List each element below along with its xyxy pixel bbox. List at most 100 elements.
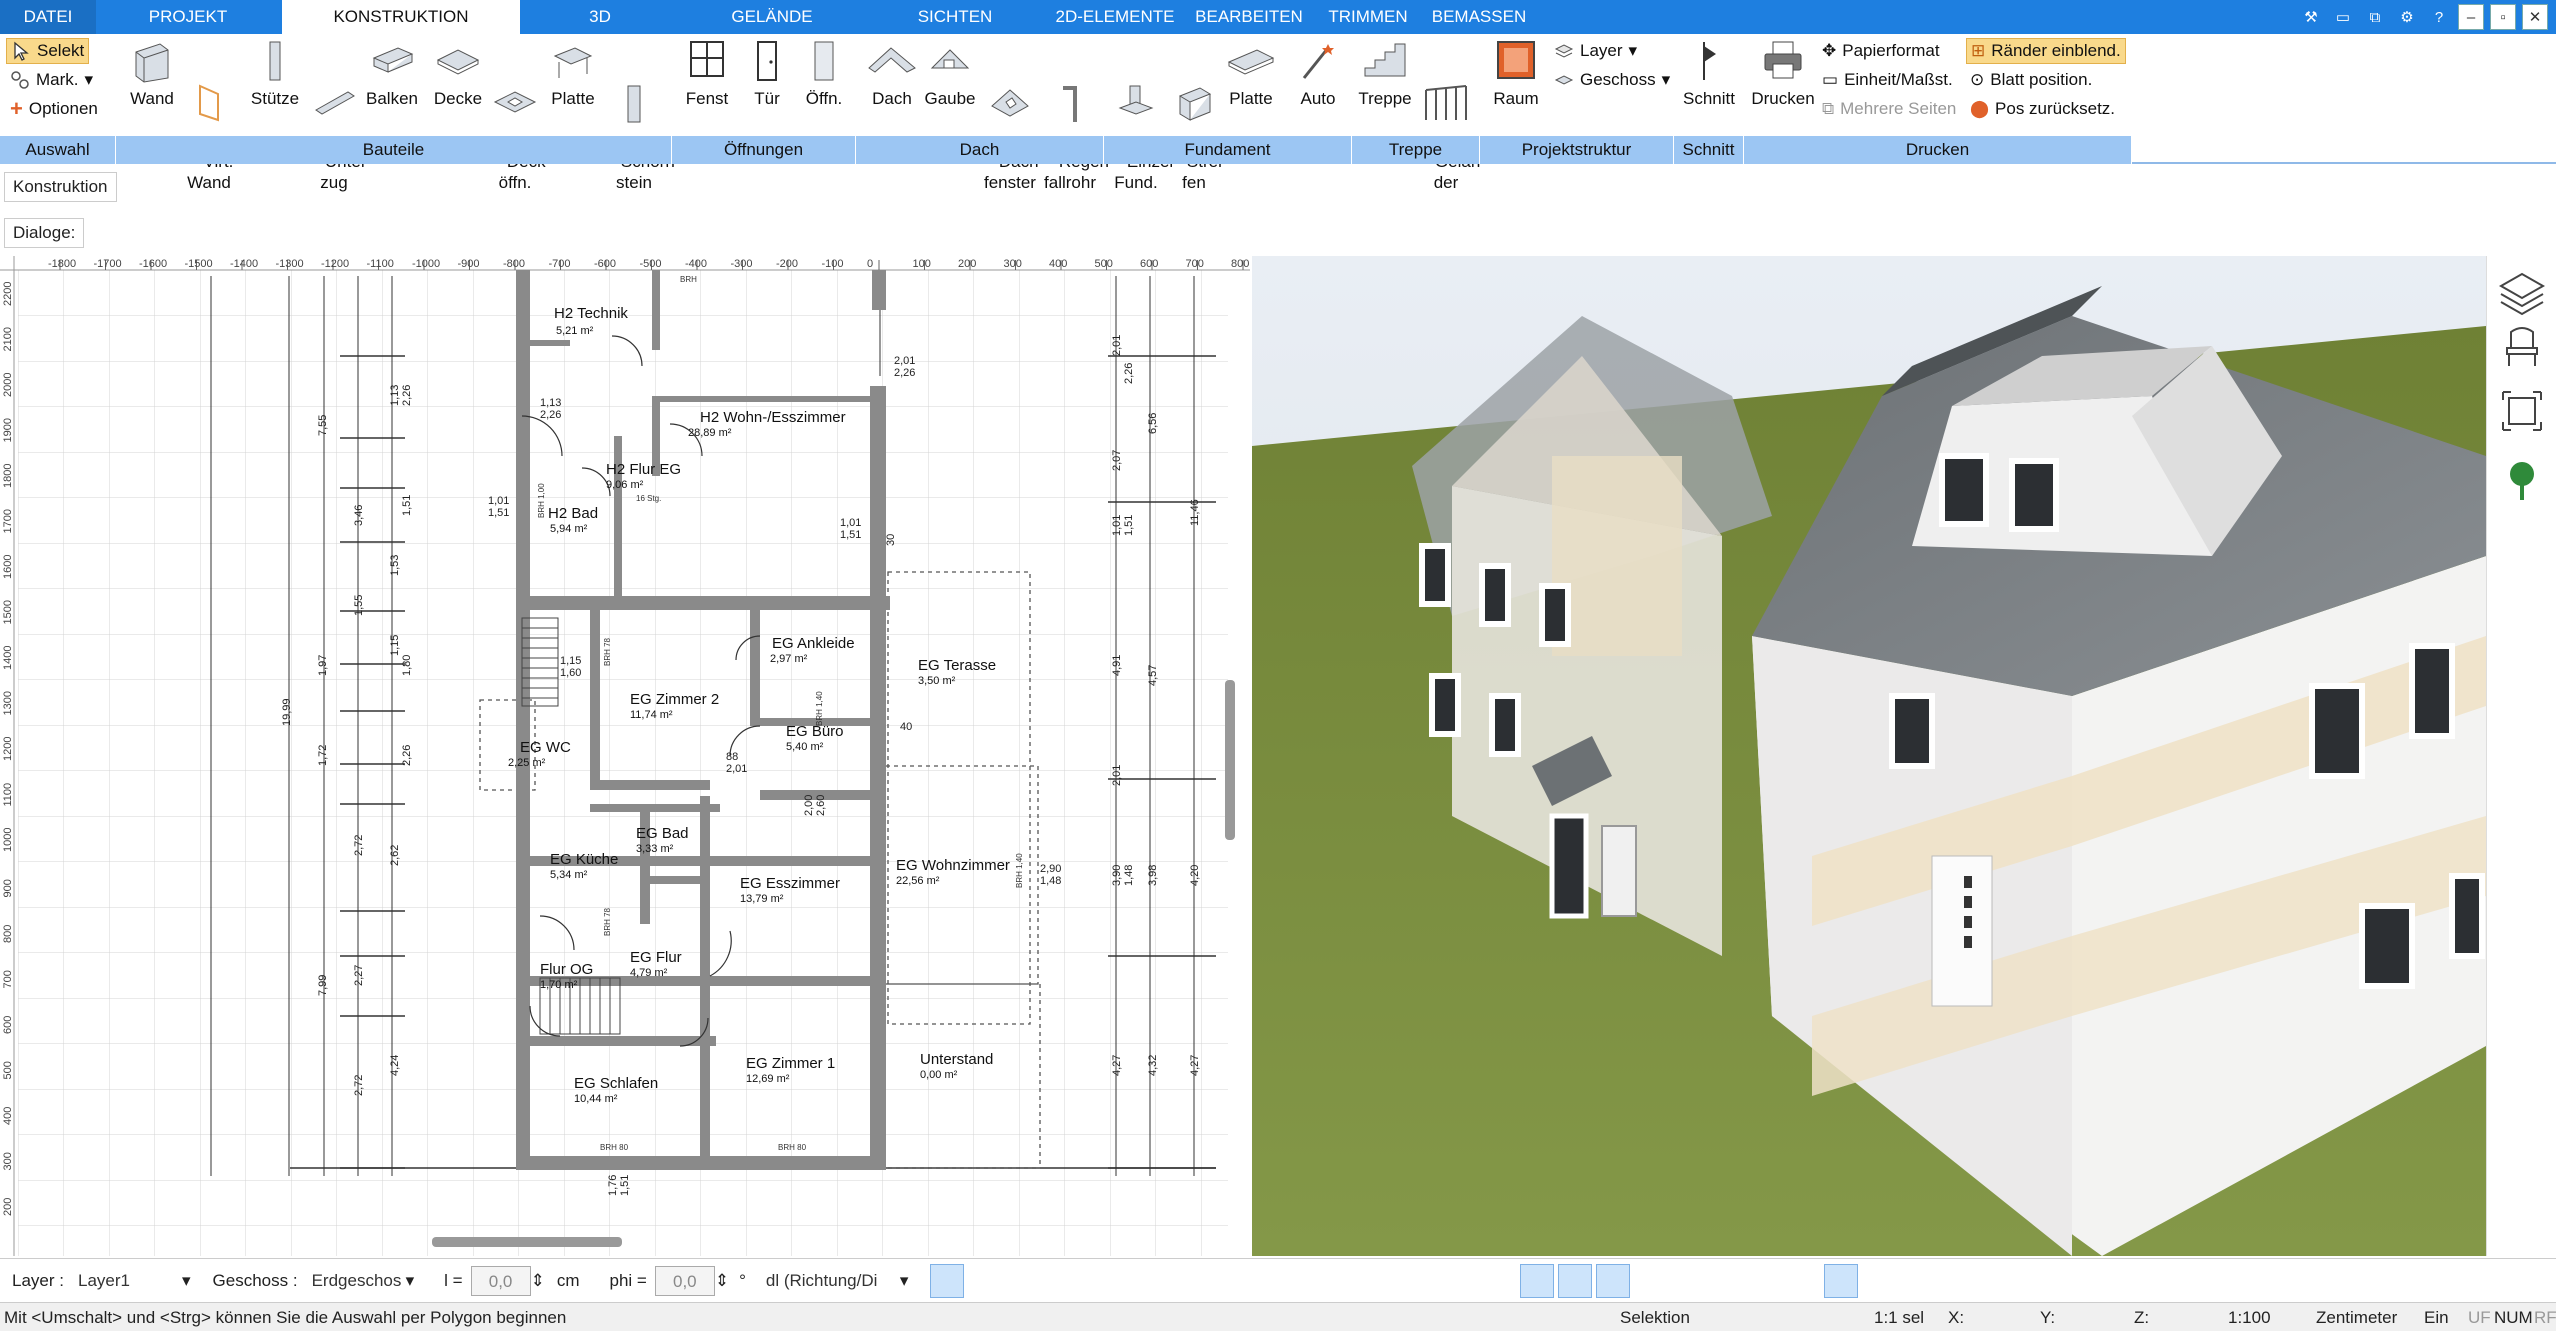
schnitt-button[interactable]: Schnitt (1680, 38, 1738, 109)
fit-view-icon[interactable] (2502, 391, 2542, 431)
tab-projekt[interactable]: PROJEKT (128, 0, 248, 34)
papierformat-button[interactable]: ✥ Papierformat (1822, 38, 1940, 64)
gelaender-button[interactable]: Gelän- der (1416, 38, 1486, 214)
view-split-icon[interactable] (1596, 1263, 1631, 1298)
gaube-button[interactable]: Gaube (922, 38, 978, 109)
tool-text-icon[interactable] (1120, 1264, 1154, 1298)
tool-dimension-icon[interactable] (1158, 1264, 1192, 1298)
layer-button[interactable]: Layer ▾ (1554, 38, 1637, 64)
spinner-icon[interactable]: ⇕ (715, 1271, 729, 1291)
plan-horizontal-scrollbar[interactable] (432, 1237, 622, 1247)
unterzug-button[interactable]: Unter- zug (306, 38, 372, 214)
tab-gelaende[interactable]: GELÄNDE (712, 0, 832, 34)
3d-view[interactable] (1252, 256, 2486, 1256)
view-arrows-icon[interactable] (1862, 1264, 1896, 1298)
tool-3d-icon[interactable] (1386, 1264, 1420, 1298)
phi-input[interactable]: 0,0 (654, 1265, 715, 1296)
spinner-icon[interactable]: ⇕ (531, 1271, 545, 1291)
chevron-down-icon[interactable]: ▾ (182, 1271, 191, 1291)
stuetze-button[interactable]: Stütze (248, 38, 302, 109)
raender-einblenden-button[interactable]: ⊞ Ränder einblend. (1966, 38, 2126, 64)
view-floor-icon[interactable] (1520, 1263, 1555, 1298)
tool-frame-icon[interactable] (1196, 1264, 1230, 1298)
wand-button[interactable]: Wand (124, 38, 180, 109)
virt-wand-button[interactable]: Virt. Wand (184, 38, 234, 214)
dach-button[interactable]: Dach (864, 38, 920, 109)
dl-select[interactable]: dl (Richtung/Di (759, 1265, 900, 1296)
tuer-button[interactable]: Tür (744, 38, 790, 109)
geschoss-select[interactable]: Erdgeschos (305, 1265, 406, 1296)
restore-button[interactable]: ▫ (2490, 4, 2516, 30)
svg-text:BRH 1,40: BRH 1,40 (1015, 853, 1024, 888)
tool-roof-icon[interactable] (1310, 1264, 1344, 1298)
deckoeffnung-button[interactable]: Deck- öffn. (488, 38, 551, 214)
drucken-button[interactable]: Drucken (1750, 38, 1816, 109)
help-icon[interactable]: ? (2426, 4, 2452, 30)
tool-marker-icon[interactable] (1462, 1264, 1496, 1298)
tab-3d[interactable]: 3D (560, 0, 640, 34)
view-snap-icon[interactable] (1748, 1264, 1782, 1298)
selekt-button[interactable]: Selekt (6, 38, 90, 64)
tool-room-icon[interactable] (1082, 1264, 1116, 1298)
floor-plan-view[interactable]: -1800 -1700 -1600 -1500 -1400 -1300 -1200 -1100… (0, 256, 1250, 1256)
view-single-icon[interactable] (1558, 1263, 1593, 1298)
chair-icon[interactable] (2506, 327, 2538, 366)
tool-color-icon[interactable] (1272, 1264, 1306, 1298)
dachfenster-button[interactable]: Dach- fenster (980, 38, 1044, 214)
plan-vertical-scrollbar[interactable] (1225, 680, 1235, 840)
tool-north-icon[interactable] (1424, 1264, 1458, 1298)
mehrere-seiten-button[interactable]: ⧉ Mehrere Seiten (1822, 96, 1956, 122)
pos-zuruecksetzen-button[interactable]: ⬤ Pos zurücksetz. (1970, 96, 2115, 122)
streifenfundament-button[interactable]: Strei- fen (1168, 38, 1228, 214)
chevron-down-icon[interactable]: ▾ (406, 1271, 415, 1291)
view-image-icon[interactable] (1672, 1264, 1706, 1298)
tool-select-icon[interactable] (1234, 1264, 1268, 1298)
view-tile-icon[interactable] (1634, 1264, 1668, 1298)
view-expand-icon[interactable] (1900, 1264, 1934, 1298)
tool-stairs-icon[interactable] (1348, 1264, 1382, 1298)
balken-button[interactable]: Balken (364, 38, 420, 109)
view-grid-icon[interactable] (1824, 1263, 1859, 1298)
tool-wall-icon[interactable] (930, 1263, 965, 1298)
window-icon[interactable]: ▭ (2330, 4, 2356, 30)
room-area: 2,25 m² (508, 757, 546, 769)
fundamentplatte-button[interactable]: Platte (1222, 38, 1280, 109)
tab-bemassen[interactable]: BEMASSEN (1424, 0, 1534, 34)
tab-konstruktion[interactable]: KONSTRUKTION (282, 0, 520, 34)
platte-button[interactable]: Platte (546, 38, 600, 109)
view-corner-icon[interactable] (1710, 1264, 1744, 1298)
blatt-position-button[interactable]: ⊙ Blatt position. (1970, 67, 2092, 93)
tab-2d-elemente[interactable]: 2D-ELEMENTE (1050, 0, 1180, 34)
tree-icon[interactable] (2510, 462, 2534, 500)
windows-icon[interactable]: ⧉ (2362, 4, 2388, 30)
length-input[interactable]: 0,0 (470, 1265, 531, 1296)
layer-select[interactable]: Layer1 (71, 1265, 182, 1296)
regenfallrohr-button[interactable]: Regen- fallrohr (1040, 38, 1115, 214)
optionen-button[interactable]: + Optionen (10, 96, 98, 122)
tool-dash-icon[interactable] (1044, 1264, 1078, 1298)
auto-button[interactable]: Auto (1290, 38, 1346, 109)
einheit-massstab-button[interactable]: ▭ Einheit/Maßst. (1822, 67, 1953, 93)
tab-bearbeiten[interactable]: BEARBEITEN (1194, 0, 1304, 34)
treppe-button[interactable]: Treppe (1356, 38, 1414, 109)
geschoss-button[interactable]: Geschoss ▾ (1554, 67, 1670, 93)
tab-trimmen[interactable]: TRIMMEN (1320, 0, 1416, 34)
tool-fill-icon[interactable] (968, 1264, 1002, 1298)
fenster-button[interactable]: Fenst (684, 38, 730, 109)
schornstein-button[interactable]: Schorn- stein (602, 38, 680, 214)
tab-datei[interactable]: DATEI (0, 0, 96, 34)
chevron-down-icon[interactable]: ▾ (900, 1271, 909, 1291)
minimize-button[interactable]: – (2458, 4, 2484, 30)
layers-icon[interactable] (2498, 272, 2546, 316)
close-button[interactable]: ✕ (2522, 4, 2548, 30)
tools-icon[interactable]: ⚒ (2298, 4, 2324, 30)
mark-button[interactable]: Mark. ▾ (10, 67, 93, 93)
einzelfundament-button[interactable]: Einzel Fund. (1108, 38, 1173, 214)
view-pin-icon[interactable] (1786, 1264, 1820, 1298)
settings-icon[interactable]: ⚙ (2394, 4, 2420, 30)
oeffnung-button[interactable]: Öffn. (800, 38, 848, 109)
decke-button[interactable]: Decke (430, 38, 486, 109)
tool-lines-icon[interactable] (1006, 1264, 1040, 1298)
tab-sichten[interactable]: SICHTEN (900, 0, 1010, 34)
raum-button[interactable]: Raum (1488, 38, 1544, 109)
